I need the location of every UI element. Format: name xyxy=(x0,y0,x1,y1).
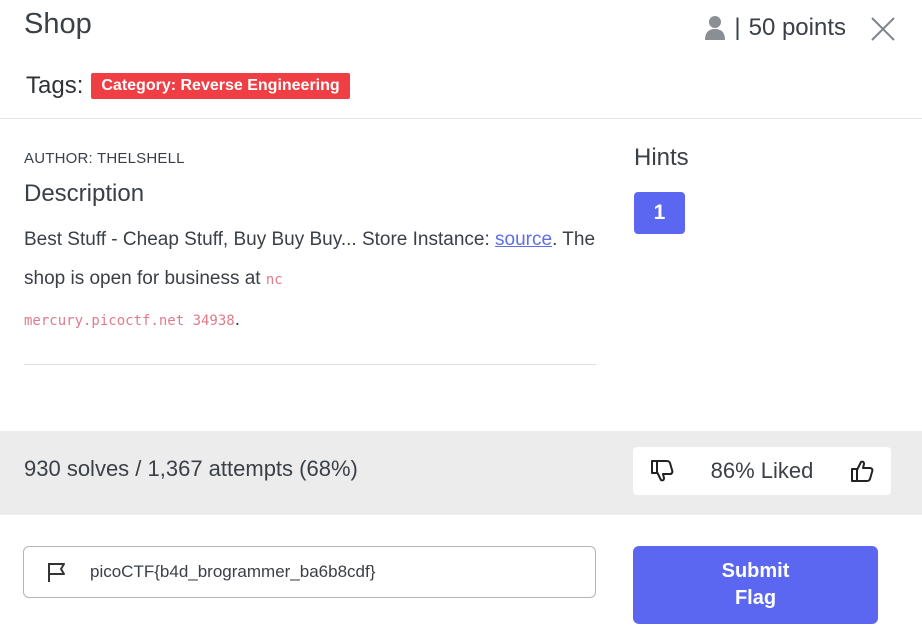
submit-label: Submit Flag xyxy=(722,558,790,612)
tags-label: Tags: xyxy=(26,72,84,99)
submit-label-line1: Submit xyxy=(721,560,790,582)
tag-category[interactable]: Category: Reverse Engineering xyxy=(91,73,350,99)
submit-flag-button[interactable]: Submit Flag xyxy=(633,546,878,624)
description-title: Description xyxy=(24,180,145,207)
points-separator: | xyxy=(734,14,741,41)
stats-band: 930 solves / 1,367 attempts (68%) 86% Li… xyxy=(0,431,922,515)
user-icon xyxy=(705,16,726,40)
flag-icon xyxy=(48,563,65,582)
challenge-title: Shop xyxy=(24,8,92,40)
flag-input[interactable]: picoCTF{b4d_brogrammer_ba6b8cdf} xyxy=(23,546,596,598)
tags-row: Tags: Category: Reverse Engineering xyxy=(26,72,350,100)
description-text: Best Stuff - Cheap Stuff, Buy Buy Buy...… xyxy=(24,220,596,341)
source-link[interactable]: source xyxy=(495,229,552,250)
likes-box: 86% Liked xyxy=(633,447,891,495)
thumbs-up-icon[interactable] xyxy=(849,458,875,484)
hint-button-1[interactable]: 1 xyxy=(634,192,685,234)
points-display: | 50 points xyxy=(704,14,846,42)
challenge-details: AUTHOR: THELSHELL Description Best Stuff… xyxy=(24,140,596,341)
hints-title: Hints xyxy=(634,144,689,171)
description-end: . xyxy=(234,309,240,330)
code-host: mercury.picoctf.net 34938 xyxy=(24,313,235,329)
challenge-header: Shop | 50 points Tags: Category: Reverse… xyxy=(0,0,922,119)
thumbs-down-icon[interactable] xyxy=(649,458,675,484)
hints-panel: Hints 1 xyxy=(634,144,689,234)
submit-label-line2: Flag xyxy=(734,587,777,609)
solves-text: 930 solves / 1,367 attempts (68%) xyxy=(24,456,358,481)
description-part1: Best Stuff - Cheap Stuff, Buy Buy Buy...… xyxy=(24,229,496,250)
flag-value[interactable]: picoCTF{b4d_brogrammer_ba6b8cdf} xyxy=(90,562,375,582)
code-nc: nc xyxy=(265,272,283,288)
liked-text: 86% Liked xyxy=(710,458,814,483)
author: AUTHOR: THELSHELL xyxy=(24,150,185,167)
close-icon[interactable] xyxy=(868,14,898,44)
points-value: 50 points xyxy=(748,14,846,41)
divider xyxy=(24,364,596,365)
